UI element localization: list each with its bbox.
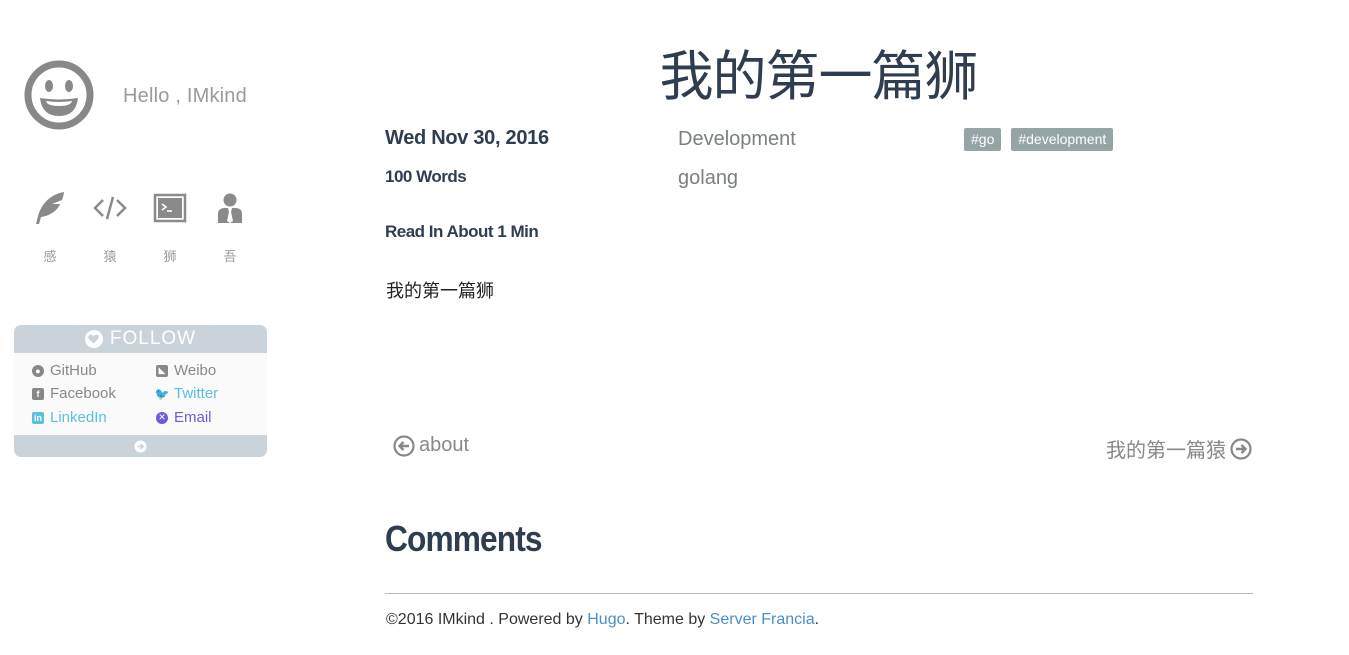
- footer-copyright: ©2016 IMkind . Powered by: [386, 611, 588, 628]
- tag-development[interactable]: #development: [1011, 128, 1114, 151]
- facebook-icon: f: [32, 387, 44, 400]
- category-development[interactable]: Development: [678, 128, 796, 151]
- code-icon: [93, 196, 127, 220]
- prev-post-link[interactable]: about: [393, 434, 469, 457]
- twitter-icon: 🐦: [154, 386, 170, 401]
- email-link[interactable]: ✕ Email: [156, 409, 212, 426]
- github-label: GitHub: [50, 362, 97, 379]
- post-word-count: 100 Words: [385, 167, 467, 186]
- tag-go[interactable]: #go: [964, 128, 1002, 151]
- footer: ©2016 IMkind . Powered by Hugo. Theme by…: [386, 611, 819, 629]
- heart-icon: [84, 330, 103, 348]
- greeting: Hello , IMkind: [123, 85, 247, 107]
- post-summary: 我的第一篇狮: [386, 281, 494, 302]
- facebook-link[interactable]: f Facebook: [32, 385, 116, 402]
- nav-label-feel: 感: [43, 250, 57, 265]
- prev-post-label: about: [419, 434, 470, 456]
- feather-icon: [36, 192, 64, 224]
- next-post-label: 我的第一篇猿: [1106, 438, 1226, 462]
- footer-theme-by: . Theme by: [625, 611, 710, 628]
- nav-label-lion: 狮: [163, 250, 177, 265]
- github-link[interactable]: ● GitHub: [32, 362, 97, 379]
- email-label: Email: [174, 409, 212, 426]
- rss-icon: ◣: [156, 364, 168, 377]
- sidebar-nav: 感 猿 狮 吾: [20, 190, 260, 265]
- sidebar: Hello , IMkind 感 猿 狮 吾 FOLLOW ● GitHub ◣…: [0, 0, 290, 655]
- email-icon: ✕: [156, 411, 168, 424]
- twitter-link[interactable]: 🐦 Twitter: [154, 385, 219, 402]
- comments-heading: Comments: [385, 518, 543, 559]
- github-icon: ●: [32, 364, 44, 377]
- nav-item-feel[interactable]: 感: [20, 190, 80, 265]
- tag-list: #go #development: [964, 128, 1123, 151]
- nav-item-me[interactable]: 吾: [200, 190, 260, 265]
- arrow-circle-right-icon: [1230, 437, 1252, 460]
- theme-link[interactable]: Server Francia: [710, 611, 815, 628]
- twitter-label: Twitter: [174, 385, 219, 402]
- nav-item-ape[interactable]: 猿: [80, 190, 140, 265]
- facebook-label: Facebook: [50, 385, 116, 402]
- linkedin-icon: in: [32, 411, 44, 424]
- hugo-link[interactable]: Hugo: [587, 611, 625, 628]
- arrow-circle-right-icon: [134, 440, 147, 452]
- follow-more-button[interactable]: [14, 435, 267, 457]
- category-golang[interactable]: golang: [678, 167, 738, 190]
- post-date: Wed Nov 30, 2016: [385, 127, 549, 149]
- nav-label-ape: 猿: [103, 250, 117, 265]
- smiley-avatar-icon[interactable]: [24, 60, 94, 130]
- nav-item-lion[interactable]: 狮: [140, 190, 200, 265]
- user-tie-icon: [218, 193, 242, 223]
- post-read-time: Read In About 1 Min: [385, 222, 539, 241]
- footer-end: .: [814, 611, 820, 628]
- weibo-link[interactable]: ◣ Weibo: [156, 362, 216, 379]
- follow-title: FOLLOW: [109, 328, 197, 349]
- weibo-label: Weibo: [174, 362, 217, 379]
- footer-divider: [385, 593, 1253, 594]
- arrow-circle-left-icon: [393, 434, 415, 457]
- linkedin-link[interactable]: in LinkedIn: [32, 409, 107, 426]
- follow-header: FOLLOW: [14, 325, 267, 353]
- nav-label-me: 吾: [223, 250, 237, 265]
- linkedin-label: LinkedIn: [50, 409, 107, 426]
- post-title: 我的第一篇狮: [659, 45, 979, 108]
- next-post-link[interactable]: 我的第一篇猿: [1106, 434, 1252, 463]
- terminal-icon: [153, 193, 187, 223]
- follow-panel: FOLLOW ● GitHub ◣ Weibo f Facebook 🐦 Twi…: [14, 325, 267, 457]
